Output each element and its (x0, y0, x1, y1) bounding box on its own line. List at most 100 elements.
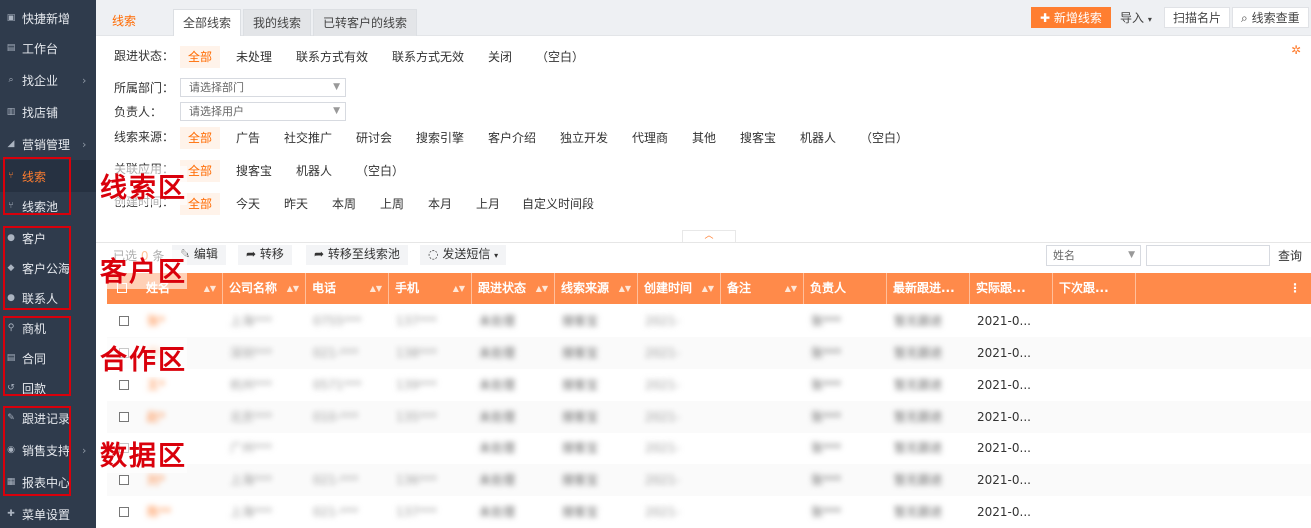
created-option-2[interactable]: 昨天 (276, 193, 316, 215)
status-option-1[interactable]: 未处理 (228, 46, 280, 68)
search-input[interactable] (1146, 245, 1270, 266)
lead-dedupe-button[interactable]: ⌕ 线索查重 (1232, 7, 1309, 28)
source-option-10[interactable]: 机器人 (792, 127, 844, 149)
tab-converted-leads[interactable]: 已转客户的线索 (313, 9, 418, 36)
source-option-7[interactable]: 代理商 (624, 127, 676, 149)
created-option-4[interactable]: 上周 (372, 193, 412, 215)
table-row[interactable]: 李*深圳***021-***138***未处理搜客宝2021-张***暂无跟进2… (107, 337, 1311, 369)
status-option-0[interactable]: 全部 (180, 46, 221, 68)
assoc-option-2[interactable]: 机器人 (288, 160, 340, 182)
cell-latest: 暂无跟进 (894, 346, 943, 360)
sidebar-item-4[interactable]: ◢ 营销管理 › (0, 128, 96, 160)
status-option-2[interactable]: 联系方式有效 (288, 46, 376, 68)
assoc-option-1[interactable]: 搜客宝 (228, 160, 280, 182)
cell-created: 2021- (645, 505, 680, 519)
sidebar-item-16[interactable]: ✚ 菜单设置 (0, 498, 96, 528)
cell-name[interactable]: 刘* (147, 472, 165, 488)
transfer-to-pool-button[interactable]: ➦ 转移至线索池 (306, 245, 408, 265)
sort-icon: ▲▼ (618, 284, 631, 293)
source-option-2[interactable]: 社交推广 (276, 127, 340, 149)
sidebar-item-0[interactable]: ▣ 快捷新增 (0, 2, 96, 34)
source-option-6[interactable]: 独立开发 (552, 127, 616, 149)
source-option-4[interactable]: 搜索引擎 (408, 127, 472, 149)
column-header-9[interactable]: 最新跟进... (887, 273, 970, 304)
sidebar: ▣ 快捷新增 ▤ 工作台 ⌕ 找企业 › ▥ 找店铺 ◢ 营销管理 › ⑂ 线索 ⑂ 线索池 ● 客户 ◆ 客户公海 ●… (0, 0, 96, 528)
source-option-0[interactable]: 全部 (180, 127, 221, 149)
status-option-4[interactable]: 关闭 (480, 46, 520, 68)
search-field-select[interactable]: 姓名 ▼ (1046, 245, 1141, 266)
row-checkbox[interactable] (119, 316, 129, 326)
source-option-11[interactable]: （空白） (852, 127, 916, 149)
sidebar-item-3[interactable]: ▥ 找店铺 (0, 96, 96, 128)
chevron-right-icon: › (82, 73, 87, 87)
tab-all-leads[interactable]: 全部线索 (173, 9, 242, 36)
column-header-7[interactable]: 备注 ▲▼ (721, 273, 804, 304)
tab-my-leads[interactable]: 我的线索 (243, 9, 312, 36)
source-option-9[interactable]: 搜客宝 (732, 127, 784, 149)
created-option-6[interactable]: 上月 (468, 193, 508, 215)
cell-name[interactable]: 赵* (147, 409, 165, 425)
search-button[interactable]: 查询 (1278, 247, 1302, 264)
scan-card-button[interactable]: 扫描名片 (1164, 7, 1231, 28)
cell-company: 北京*** (230, 410, 273, 424)
more-vertical-icon[interactable]: ⋮ (1289, 273, 1301, 304)
created-option-3[interactable]: 本周 (324, 193, 364, 215)
cell-company: 广州*** (230, 441, 273, 455)
row-checkbox[interactable] (119, 412, 129, 422)
cell-company: 上海*** (230, 473, 273, 487)
cell-company: 杭州*** (230, 378, 273, 392)
cell-name[interactable]: 王* (147, 377, 165, 393)
source-option-8[interactable]: 其他 (684, 127, 724, 149)
created-option-1[interactable]: 今天 (228, 193, 268, 215)
sort-icon: ▲▼ (701, 284, 714, 293)
column-header-label: 实际跟... (976, 281, 1026, 295)
dept-select[interactable]: 请选择部门 ▼ (180, 78, 346, 97)
table-row[interactable]: 陈** 上海*** 021-*** 137*** 未处理 搜客宝 2021- 张*** 暂无跟进… (107, 496, 1311, 528)
table-row[interactable]: 刘* 上海*** 021-*** 136*** 未处理 搜客宝 2021- 张*** 暂无跟进 2… (107, 464, 1311, 496)
cell-name[interactable]: 张* (147, 313, 165, 329)
sidebar-item-1[interactable]: ▤ 工作台 (0, 32, 96, 64)
table-row[interactable]: 王* 杭州*** 0571*** 139*** 未处理 搜客宝 2021- 张*** 暂无跟进 2… (107, 369, 1311, 401)
table-row[interactable]: 赵* 北京*** 010-*** 135*** 未处理 搜客宝 2021- 张*** 暂无跟进 2… (107, 401, 1311, 433)
cell-actual: 2021-0... (977, 346, 1031, 360)
transfer-button[interactable]: ➦ 转移 (238, 245, 292, 265)
sort-icon: ▲▼ (369, 284, 382, 293)
column-header-6[interactable]: 创建时间 ▲▼ (638, 273, 721, 304)
table-row[interactable]: 张* 上海*** 0755*** 137*** 未处理 搜客宝 2021- 张*** 暂无跟进 2… (107, 305, 1311, 337)
column-header-10[interactable]: 实际跟... (970, 273, 1053, 304)
new-lead-button[interactable]: ✚ 新增线索 (1031, 7, 1111, 28)
assoc-option-3[interactable]: （空白） (348, 160, 412, 182)
divider (96, 242, 1311, 243)
cell-mobile: 135*** (396, 410, 437, 424)
status-option-3[interactable]: 联系方式无效 (384, 46, 472, 68)
owner-select[interactable]: 请选择用户 ▼ (180, 102, 346, 121)
column-header-1[interactable]: 公司名称 ▲▼ (223, 273, 306, 304)
column-header-2[interactable]: 电话 ▲▼ (306, 273, 389, 304)
send-sms-button[interactable]: ◌ 发送短信 ▾ (420, 245, 507, 265)
sort-icon: ▲▼ (452, 284, 465, 293)
gear-icon[interactable]: ✲ (1291, 43, 1301, 57)
cell-source: 搜客宝 (562, 441, 599, 455)
column-header-5[interactable]: 线索来源 ▲▼ (555, 273, 638, 304)
column-header-3[interactable]: 手机 ▲▼ (389, 273, 472, 304)
row-checkbox[interactable] (119, 380, 129, 390)
source-option-1[interactable]: 广告 (228, 127, 268, 149)
status-option-5[interactable]: （空白） (528, 46, 592, 68)
column-header-label: 备注 (727, 281, 752, 295)
zone-outline-1 (3, 226, 71, 310)
column-header-4[interactable]: 跟进状态 ▲▼ (472, 273, 555, 304)
column-header-8[interactable]: 负责人 (804, 273, 887, 304)
table-row[interactable]: 广州*** 未处理 搜客宝 2021- 张*** 暂无跟进 2021-0... (107, 432, 1311, 464)
row-checkbox[interactable] (119, 507, 129, 517)
sidebar-item-2[interactable]: ⌕ 找企业 › (0, 64, 96, 96)
source-option-5[interactable]: 客户介绍 (480, 127, 544, 149)
cell-name[interactable]: 陈** (147, 504, 171, 520)
cell-phone: 0755*** (313, 314, 362, 328)
row-checkbox[interactable] (119, 475, 129, 485)
column-header-11[interactable]: 下次跟... (1053, 273, 1136, 304)
import-button[interactable]: 导入 ▾ (1111, 7, 1161, 28)
created-option-7[interactable]: 自定义时间段 (514, 193, 602, 215)
created-option-5[interactable]: 本月 (420, 193, 460, 215)
source-option-3[interactable]: 研讨会 (348, 127, 400, 149)
cell-owner: 张*** (811, 378, 842, 392)
